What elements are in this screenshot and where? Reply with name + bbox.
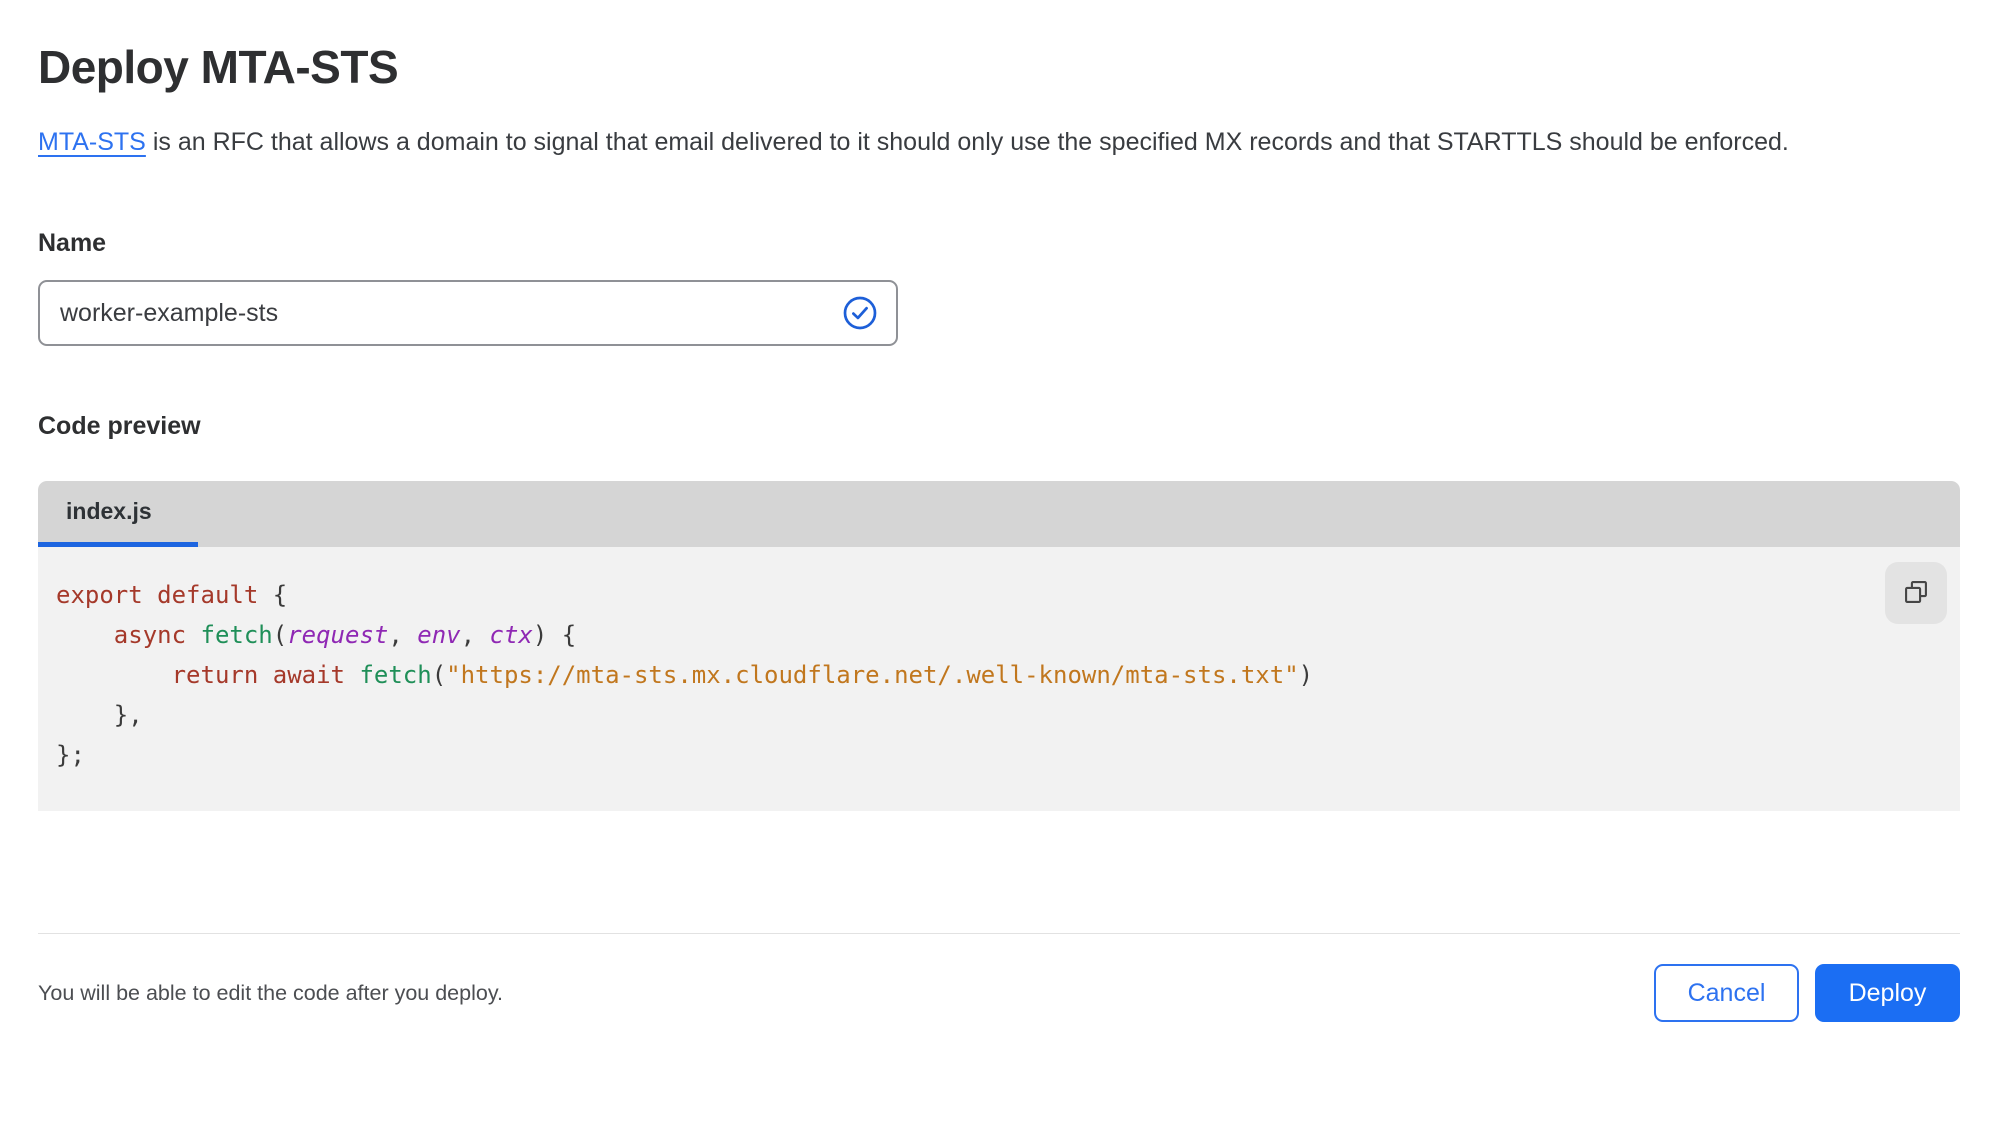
code-token: export default [56, 581, 259, 609]
cancel-button[interactable]: Cancel [1654, 964, 1799, 1022]
code-token: { [258, 581, 288, 609]
name-input-wrap [38, 280, 898, 346]
page-title: Deploy MTA-STS [38, 41, 399, 93]
code-line: export default { [56, 575, 1940, 615]
code-token: env [417, 621, 461, 649]
code-token: async [113, 621, 187, 649]
code-line: return await fetch("https://mta-sts.mx.c… [56, 655, 1940, 695]
check-circle-icon [842, 295, 878, 331]
code-token: "https://mta-sts.mx.cloudflare.net/.well… [446, 661, 1299, 689]
code-token: ctx [489, 621, 533, 649]
code-editor: export default { async fetch(request, en… [56, 575, 1940, 775]
deploy-mta-sts-page: Deploy MTA-STS MTA-STS is an RFC that al… [0, 0, 1999, 1138]
name-input[interactable] [38, 280, 898, 346]
code-line: async fetch(request, env, ctx) { [56, 615, 1940, 655]
code-token: , [388, 621, 418, 649]
code-token: fetch [359, 661, 432, 689]
code-tabbar: index.js [38, 481, 1960, 547]
name-label: Name [38, 229, 107, 257]
code-token: request [287, 621, 389, 649]
code-token: , [460, 621, 490, 649]
copy-icon [1902, 578, 1930, 609]
code-area: export default { async fetch(request, en… [38, 547, 1960, 811]
code-token: fetch [200, 621, 273, 649]
footer: You will be able to edit the code after … [38, 934, 1960, 1062]
code-token: }; [56, 741, 85, 769]
description-body: is an RFC that allows a domain to signal… [145, 128, 1789, 156]
footer-actions: Cancel Deploy [1654, 964, 1960, 1022]
footer-note: You will be able to edit the code after … [38, 980, 503, 1005]
description-text: MTA-STS is an RFC that allows a domain t… [38, 120, 1928, 165]
code-token: ) { [532, 621, 577, 649]
code-line: }; [56, 735, 1940, 775]
copy-button[interactable] [1885, 562, 1947, 624]
mta-sts-link[interactable]: MTA-STS [38, 128, 146, 156]
code-token: return await [171, 661, 345, 689]
code-token: }, [56, 701, 143, 729]
code-token: ) [1298, 661, 1314, 689]
code-token: ( [272, 621, 288, 649]
code-preview-label: Code preview [38, 412, 201, 440]
code-preview-card: index.js export default { async fetch(re… [38, 481, 1960, 811]
tab-index-js[interactable]: index.js [38, 481, 198, 547]
code-line: }, [56, 695, 1940, 735]
deploy-button[interactable]: Deploy [1815, 964, 1960, 1022]
code-token: ( [431, 661, 447, 689]
